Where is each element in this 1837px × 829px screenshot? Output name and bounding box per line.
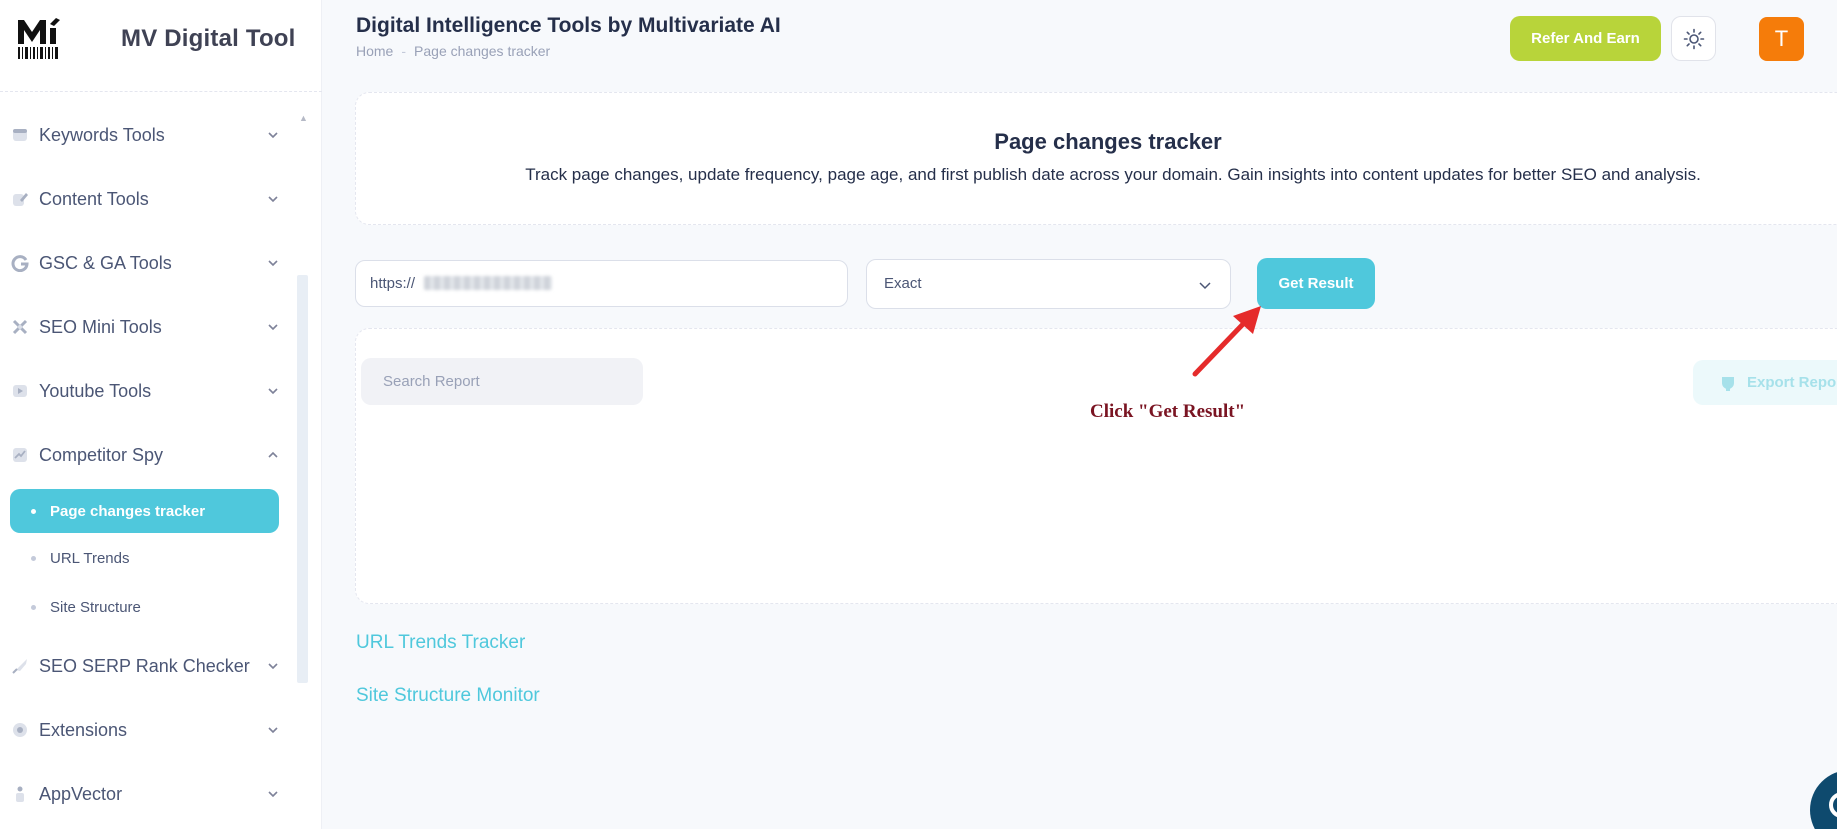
sidebar-item-content-tools[interactable]: Content Tools	[0, 179, 290, 219]
report-card: Export Report	[355, 328, 1837, 604]
sidebar-scrollbar[interactable]	[297, 275, 308, 683]
breadcrumb-separator: -	[401, 43, 407, 59]
sidebar-item-label: Youtube Tools	[39, 380, 152, 401]
sidebar-item-competitor-spy[interactable]: Competitor Spy	[0, 435, 290, 475]
intro-card: Page changes tracker Track page changes,…	[355, 92, 1837, 225]
chevron-down-icon	[268, 388, 278, 395]
tools-icon	[12, 319, 28, 335]
bullet-icon	[31, 508, 36, 514]
match-type-select[interactable]: Exact	[866, 259, 1231, 309]
theme-toggle-button[interactable]	[1671, 16, 1716, 61]
export-report-button[interactable]: Export Report	[1693, 360, 1837, 405]
sidebar-item-seo-serp-rank-checker[interactable]: SEO SERP Rank Checker	[0, 646, 290, 686]
sidebar-item-label: Competitor Spy	[39, 444, 164, 465]
breadcrumb-home[interactable]: Home	[356, 43, 393, 59]
get-result-button[interactable]: Get Result	[1257, 258, 1375, 309]
bullet-icon	[31, 555, 36, 561]
sidebar-item-appvector[interactable]: AppVector	[0, 774, 290, 814]
sidebar-item-label: SEO Mini Tools	[39, 316, 162, 337]
search-report-input[interactable]	[361, 358, 643, 405]
user-icon	[16, 786, 24, 802]
tool-title-text: Page changes tracker	[994, 129, 1222, 154]
page-title: Digital Intelligence Tools by Multivaria…	[356, 14, 781, 37]
chevron-down-icon	[268, 324, 278, 331]
sidebar-item-gsc-ga-tools[interactable]: GSC & GA Tools	[0, 243, 290, 283]
sidebar-item-extensions[interactable]: Extensions	[0, 710, 290, 750]
brand-name: MV Digital Tool	[121, 25, 296, 52]
google-icon	[11, 255, 29, 272]
tool-description-text: Track page changes, update frequency, pa…	[525, 165, 1701, 184]
sidebar-subitem-site-structure[interactable]: Site Structure	[10, 585, 279, 629]
breadcrumb: Home - Page changes tracker	[356, 43, 550, 59]
sidebar-subitem-label: Site Structure	[50, 598, 141, 616]
brand-header: MV Digital Tool	[0, 0, 322, 92]
sidebar-subitem-label: URL Trends	[50, 549, 130, 567]
export-icon	[1722, 377, 1734, 391]
chevron-down-icon	[268, 727, 278, 734]
chevron-down-icon	[268, 663, 278, 670]
sidebar-subitem-label: Page changes tracker	[50, 502, 206, 520]
chrome-icon	[13, 723, 27, 737]
scroll-up-icon[interactable]: ▲	[299, 113, 308, 123]
sidebar-item-label: Content Tools	[39, 188, 149, 209]
sidebar-subitem-page-changes-tracker[interactable]: Page changes tracker	[10, 489, 279, 533]
redacted-url-text	[424, 276, 552, 290]
sidebar-item-label: AppVector	[39, 783, 123, 804]
user-avatar[interactable]: T	[1759, 17, 1804, 61]
annotation-arrow-icon	[1192, 306, 1261, 377]
chart-icon	[13, 448, 27, 462]
sidebar-item-label: Keywords Tools	[39, 124, 165, 145]
sidebar-item-seo-mini-tools[interactable]: SEO Mini Tools	[0, 307, 290, 347]
chevron-down-icon	[268, 196, 278, 203]
youtube-icon	[13, 385, 27, 397]
sidebar-item-label: Extensions	[39, 719, 128, 740]
sun-icon	[1683, 28, 1704, 49]
sidebar-item-label: GSC & GA Tools	[39, 252, 172, 273]
chevron-up-icon	[268, 451, 278, 458]
breadcrumb-current: Page changes tracker	[414, 43, 551, 59]
mv-logo-icon[interactable]	[16, 14, 64, 60]
chevron-down-icon	[1199, 282, 1211, 290]
match-type-value: Exact	[884, 275, 922, 292]
annotation-text: Click "Get Result"	[1090, 401, 1246, 422]
sidebar-item-label: SEO SERP Rank Checker	[39, 655, 250, 676]
sidebar-subitem-url-trends[interactable]: URL Trends	[10, 536, 279, 580]
content-icon	[13, 193, 28, 206]
bullet-icon	[31, 604, 36, 610]
chevron-down-icon	[268, 260, 278, 267]
site-structure-monitor-link[interactable]: Site Structure Monitor	[356, 685, 540, 707]
refer-and-earn-button[interactable]: Refer And Earn	[1510, 16, 1661, 61]
sidebar-item-keywords-tools[interactable]: Keywords Tools	[0, 115, 290, 155]
url-trends-tracker-link[interactable]: URL Trends Tracker	[356, 632, 525, 654]
chevron-down-icon	[268, 791, 278, 798]
rocket-icon	[12, 659, 27, 674]
sidebar-item-youtube-tools[interactable]: Youtube Tools	[0, 371, 290, 411]
keywords-icon	[13, 129, 27, 141]
sidebar: MV Digital Tool ▲ Keywords Tools Content…	[0, 0, 322, 829]
chevron-down-icon	[268, 132, 278, 139]
